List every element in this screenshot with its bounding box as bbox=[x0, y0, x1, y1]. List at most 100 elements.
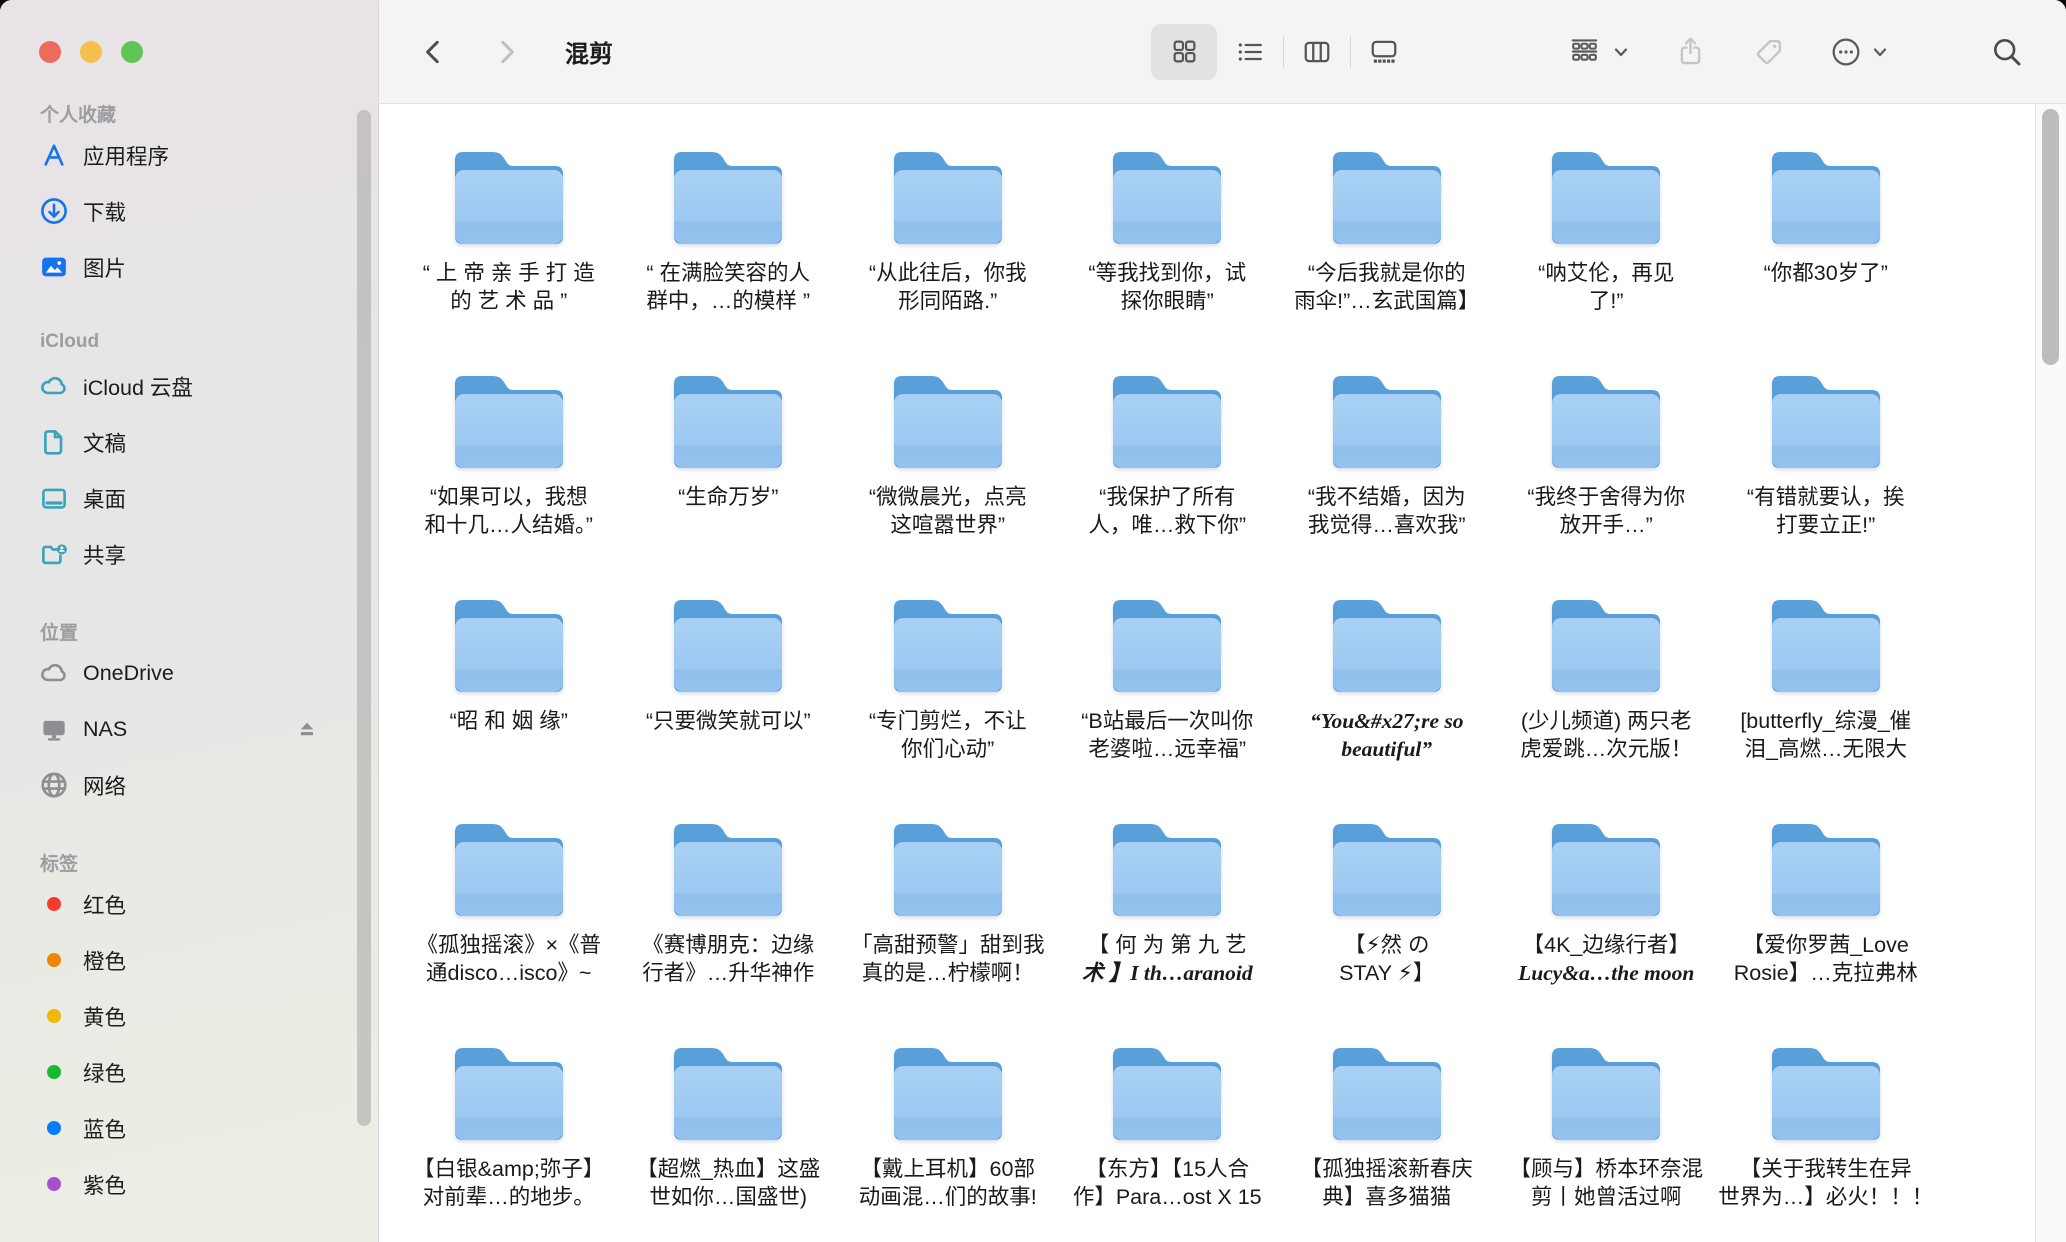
folder-item[interactable]: 【4K_边缘行者】Lucy&a…the moon bbox=[1497, 818, 1717, 1042]
folder-item[interactable]: 【戴上耳机】60部动画混…们的故事! bbox=[838, 1042, 1058, 1242]
shared-folder-icon bbox=[39, 539, 69, 569]
column-view-button[interactable] bbox=[1284, 24, 1350, 80]
folder-item[interactable]: “昭 和 姻 缘” bbox=[399, 594, 619, 818]
folder-item[interactable]: “我不结婚，因为我觉得…喜欢我” bbox=[1277, 370, 1497, 594]
icon-view-button[interactable] bbox=[1151, 24, 1217, 80]
sidebar-item-shared[interactable]: 共享 bbox=[26, 526, 378, 582]
folder-label-line1: “微微晨光，点亮 bbox=[869, 484, 1027, 512]
folder-label-line1: 【4K_边缘行者】 bbox=[1518, 932, 1694, 960]
folder-icon bbox=[1545, 594, 1667, 698]
share-button[interactable] bbox=[1675, 0, 1706, 103]
list-view-button[interactable] bbox=[1217, 24, 1283, 80]
folder-item[interactable]: 【关于我转生在异世界为…】必火！！！ bbox=[1716, 1042, 1936, 1242]
eject-icon[interactable] bbox=[294, 716, 320, 742]
pictures-icon bbox=[39, 252, 69, 282]
folder-item[interactable]: 「高甜预警」甜到我真的是…柠檬啊！ bbox=[838, 818, 1058, 1042]
sidebar-item-desktop[interactable]: 桌面 bbox=[26, 470, 378, 526]
folder-item[interactable]: 【白银&amp;弥子】对前辈…的地步。 bbox=[399, 1042, 619, 1242]
folder-label-line2: 对前辈…的地步。 bbox=[413, 1184, 604, 1212]
folder-label: 【顾与】桥本环奈混剪丨她曾活过啊 bbox=[1509, 1156, 1703, 1211]
group-button[interactable] bbox=[1569, 0, 1630, 103]
sidebar-item-tag-purple[interactable]: 紫色 bbox=[26, 1156, 378, 1212]
folder-item[interactable]: “ 在满脸笑容的人群中，…的模样 ” bbox=[619, 146, 839, 370]
folder-label: “从此往后，你我形同陌路.” bbox=[869, 260, 1027, 315]
folder-item[interactable]: 【爱你罗茜_LoveRosie】…克拉弗林 bbox=[1716, 818, 1936, 1042]
sidebar-item-label: 绿色 bbox=[83, 1057, 126, 1088]
folder-item[interactable]: “有错就要认，挨打要立正!” bbox=[1716, 370, 1936, 594]
sidebar-item-icloud-drive[interactable]: iCloud 云盘 bbox=[26, 358, 378, 414]
scrollbar-track[interactable] bbox=[2035, 104, 2066, 1242]
folder-label-line1: 【爱你罗茜_Love bbox=[1734, 932, 1918, 960]
folder-label-line2: Rosie】…克拉弗林 bbox=[1734, 960, 1918, 988]
sidebar-item-label: 下载 bbox=[83, 196, 126, 227]
sidebar-item-downloads[interactable]: 下载 bbox=[26, 183, 378, 239]
folder-label: 【⚡然 のSTAY ⚡】 bbox=[1339, 932, 1434, 987]
sidebar-item-tag-orange[interactable]: 橙色 bbox=[26, 932, 378, 988]
zoom-button[interactable] bbox=[121, 41, 143, 63]
sidebar-item-onedrive[interactable]: OneDrive bbox=[26, 645, 378, 701]
folder-item[interactable]: “You&#x27;re sobeautiful” bbox=[1277, 594, 1497, 818]
folder-item[interactable]: “等我找到你，试探你眼睛” bbox=[1058, 146, 1278, 370]
folder-item[interactable]: 【超燃_热血】这盛世如你…国盛世) bbox=[619, 1042, 839, 1242]
folder-item[interactable]: 【东方】【15人合作】Para…ost X 15 bbox=[1058, 1042, 1278, 1242]
folder-item[interactable]: 《孤独摇滚》×《普通disco…isco》~ bbox=[399, 818, 619, 1042]
sidebar-item-applications[interactable]: 应用程序 bbox=[26, 127, 378, 183]
sidebar-item-tag-blue[interactable]: 蓝色 bbox=[26, 1100, 378, 1156]
chevron-down-icon bbox=[1612, 43, 1630, 61]
folder-item[interactable]: “如果可以，我想和十几…人结婚。” bbox=[399, 370, 619, 594]
folder-item[interactable]: 【 何 为 第 九 艺术 】I th…aranoid bbox=[1058, 818, 1278, 1042]
folder-item[interactable]: “微微晨光，点亮这喧嚣世界” bbox=[838, 370, 1058, 594]
folder-item[interactable]: 【⚡然 のSTAY ⚡】 bbox=[1277, 818, 1497, 1042]
sidebar-item-tag-red[interactable]: 红色 bbox=[26, 876, 378, 932]
sidebar-item-tag-green[interactable]: 绿色 bbox=[26, 1044, 378, 1100]
sidebar-section: 位置OneDriveNAS网络 bbox=[26, 618, 378, 813]
folder-label-line2: 行者》…升华神作 bbox=[642, 960, 814, 988]
folder-item[interactable]: [butterfly_综漫_催泪_高燃…无限大 bbox=[1716, 594, 1936, 818]
folder-label-line2: beautiful” bbox=[1310, 736, 1464, 764]
scrollbar-thumb[interactable] bbox=[2042, 109, 2059, 365]
sidebar-item-pictures[interactable]: 图片 bbox=[26, 239, 378, 295]
folder-item[interactable]: “只要微笑就可以” bbox=[619, 594, 839, 818]
folder-icon bbox=[1326, 818, 1448, 922]
search-button[interactable] bbox=[1991, 0, 2023, 103]
folder-item[interactable]: “你都30岁了” bbox=[1716, 146, 1936, 370]
folder-item[interactable]: “B站最后一次叫你老婆啦…远幸福” bbox=[1058, 594, 1278, 818]
back-button[interactable] bbox=[419, 0, 449, 103]
folder-icon bbox=[1765, 370, 1887, 474]
more-button[interactable] bbox=[1831, 0, 1889, 103]
folder-item[interactable]: 《赛博朋克：边缘行者》…升华神作 bbox=[619, 818, 839, 1042]
folder-label: “我不结婚，因为我觉得…喜欢我” bbox=[1308, 484, 1466, 539]
folder-item[interactable]: “我终于舍得为你放开手…” bbox=[1497, 370, 1717, 594]
document-icon bbox=[39, 427, 69, 457]
sidebar-item-nas[interactable]: NAS bbox=[26, 701, 378, 757]
folder-item[interactable]: 【顾与】桥本环奈混剪丨她曾活过啊 bbox=[1497, 1042, 1717, 1242]
folder-label: 【关于我转生在异世界为…】必火！！！ bbox=[1718, 1156, 1933, 1211]
folder-label-line2: 典】喜多猫猫 bbox=[1301, 1184, 1473, 1212]
folder-item[interactable]: “呐艾伦，再见了!” bbox=[1497, 146, 1717, 370]
folder-item[interactable]: 【孤独摇滚新春庆典】喜多猫猫 bbox=[1277, 1042, 1497, 1242]
sidebar-item-tag-yellow[interactable]: 黄色 bbox=[26, 988, 378, 1044]
gallery-view-button[interactable] bbox=[1351, 24, 1417, 80]
folder-item[interactable]: (少儿频道) 两只老虎爱跳…次元版！ bbox=[1497, 594, 1717, 818]
folder-item[interactable]: “生命万岁” bbox=[619, 370, 839, 594]
more-icon bbox=[1831, 37, 1861, 67]
sidebar-item-network[interactable]: 网络 bbox=[26, 757, 378, 813]
folder-icon bbox=[1765, 146, 1887, 250]
close-button[interactable] bbox=[39, 41, 61, 63]
sidebar-scrollbar[interactable] bbox=[357, 110, 371, 1126]
folder-item[interactable]: “ 上 帝 亲 手 打 造的 艺 术 品 ” bbox=[399, 146, 619, 370]
minimize-button[interactable] bbox=[80, 41, 102, 63]
sidebar-item-label: 黄色 bbox=[83, 1001, 126, 1032]
forward-button[interactable] bbox=[491, 0, 521, 103]
folder-label-line1: “You&#x27;re so bbox=[1310, 708, 1464, 736]
folder-item[interactable]: “从此往后，你我形同陌路.” bbox=[838, 146, 1058, 370]
sidebar-item-label: 紫色 bbox=[83, 1169, 126, 1200]
folder-label: “你都30岁了” bbox=[1764, 260, 1888, 288]
folder-icon bbox=[887, 818, 1009, 922]
folder-item[interactable]: “我保护了所有人，唯…救下你” bbox=[1058, 370, 1278, 594]
folder-item[interactable]: “今后我就是你的雨伞!”…玄武国篇】 bbox=[1277, 146, 1497, 370]
folder-item[interactable]: “专门剪烂，不让你们心动” bbox=[838, 594, 1058, 818]
folder-label-line1: [butterfly_综漫_催 bbox=[1740, 708, 1911, 736]
sidebar-item-documents[interactable]: 文稿 bbox=[26, 414, 378, 470]
tag-button[interactable] bbox=[1753, 0, 1785, 103]
